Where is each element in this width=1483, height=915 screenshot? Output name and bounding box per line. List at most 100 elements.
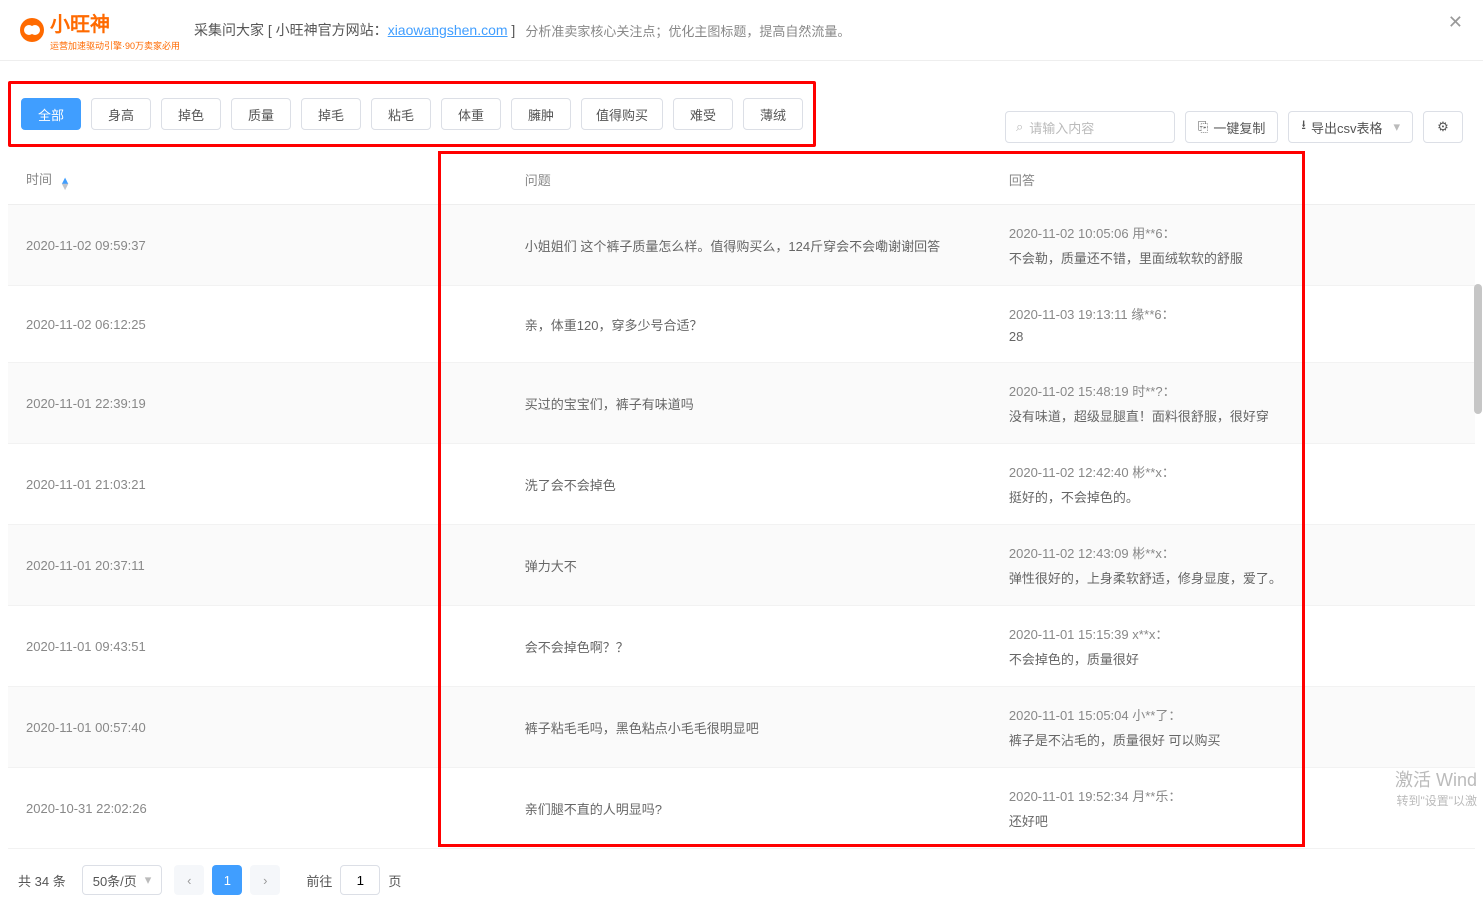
sort-icon[interactable]: ▲▼ xyxy=(60,178,71,190)
filter-tags-container: 全部身高掉色质量掉毛粘毛体重臃肿值得购买难受薄绒 xyxy=(8,81,816,147)
title-prefix: 采集问大家 [ 小旺神官方网站： xyxy=(194,22,388,38)
logo-subtitle: 运营加速驱动引擎·90万卖家必用 xyxy=(50,39,180,52)
pager-buttons: ‹ 1 › xyxy=(174,865,280,895)
table-row: 2020-10-31 22:02:26亲们腿不直的人明显吗? 2020-11-01… xyxy=(8,768,1475,849)
settings-button[interactable]: ⚙ xyxy=(1423,111,1463,143)
export-button-label: 导出csv表格 xyxy=(1311,118,1383,137)
cell-question: 亲们腿不直的人明显吗? xyxy=(507,768,991,849)
copy-button[interactable]: ⎘ 一键复制 xyxy=(1185,111,1278,143)
filter-tag-8[interactable]: 值得购买 xyxy=(581,98,663,130)
filter-tag-0[interactable]: 全部 xyxy=(21,98,81,130)
chevron-down-icon: ▾ xyxy=(1393,119,1400,135)
official-site-link[interactable]: xiaowangshen.com xyxy=(388,22,508,38)
gear-icon: ⚙ xyxy=(1437,119,1449,135)
cell-question: 会不会掉色啊？？ xyxy=(507,606,991,687)
answer-text: 弹性很好的，上身柔软舒适，修身显度，爱了。 xyxy=(1009,568,1457,587)
cell-question: 小姐姐们 这个裤子质量怎么样。值得购买么，124斤穿会不会嘞谢谢回答 xyxy=(507,205,991,286)
cell-time: 2020-11-02 06:12:25 xyxy=(8,286,507,363)
search-input[interactable]: ⌕ 请输入内容 xyxy=(1005,111,1175,143)
cell-time: 2020-11-02 09:59:37 xyxy=(8,205,507,286)
table-row: 2020-11-01 22:39:19买过的宝宝们，裤子有味道吗2020-11-… xyxy=(8,363,1475,444)
logo: 小旺神 运营加速驱动引擎·90万卖家必用 xyxy=(20,8,180,52)
answer-text: 不会掉色的，质量很好 xyxy=(1009,649,1457,668)
watermark-line2: 转到"设置"以激 xyxy=(1395,792,1477,809)
column-header-time-label: 时间 xyxy=(26,172,52,187)
cell-answer: 2020-11-03 19:13:11 缘**6： 28 xyxy=(991,286,1475,363)
cell-time: 2020-10-31 22:02:26 xyxy=(8,768,507,849)
filter-tag-3[interactable]: 质量 xyxy=(231,98,291,130)
search-placeholder: 请输入内容 xyxy=(1029,118,1094,137)
table-row: 2020-11-01 09:43:51会不会掉色啊？？2020-11-01 15… xyxy=(8,606,1475,687)
filter-tag-6[interactable]: 体重 xyxy=(441,98,501,130)
next-page-button[interactable]: › xyxy=(250,865,280,895)
answer-meta: 2020-11-02 12:43:09 彬**x： xyxy=(1009,543,1457,562)
page-title: 采集问大家 [ 小旺神官方网站：xiaowangshen.com ] xyxy=(194,20,515,40)
filter-tag-9[interactable]: 难受 xyxy=(673,98,733,130)
filter-tag-2[interactable]: 掉色 xyxy=(161,98,221,130)
filter-tag-4[interactable]: 掉毛 xyxy=(301,98,361,130)
answer-meta: 2020-11-02 12:42:40 彬**x： xyxy=(1009,462,1457,481)
logo-text: 小旺神 xyxy=(50,8,180,37)
cell-time: 2020-11-01 09:43:51 xyxy=(8,606,507,687)
header: 小旺神 运营加速驱动引擎·90万卖家必用 采集问大家 [ 小旺神官方网站：xia… xyxy=(0,0,1483,61)
cell-answer: 2020-11-01 15:15:39 x**x： 不会掉色的，质量很好 xyxy=(991,606,1475,687)
table-row: 2020-11-01 20:37:11弹力大不2020-11-02 12:43:… xyxy=(8,525,1475,606)
page-size-label: 50条/页 xyxy=(93,871,137,890)
cell-answer: 2020-11-02 10:05:06 用**6： 不会勒，质量还不错，里面绒软软… xyxy=(991,205,1475,286)
logo-text-column: 小旺神 运营加速驱动引擎·90万卖家必用 xyxy=(50,8,180,52)
answer-text: 还好吧 xyxy=(1009,811,1457,830)
watermark-line1: 激活 Wind xyxy=(1395,766,1477,792)
answer-meta: 2020-11-01 15:05:04 小**了： xyxy=(1009,705,1457,724)
table-row: 2020-11-01 00:57:40裤子粘毛毛吗，黑色粘点小毛毛很明显吧 202… xyxy=(8,687,1475,768)
search-icon: ⌕ xyxy=(1016,119,1023,135)
cell-question: 买过的宝宝们，裤子有味道吗 xyxy=(507,363,991,444)
title-suffix: ] xyxy=(508,22,516,38)
filter-tag-10[interactable]: 薄绒 xyxy=(743,98,803,130)
answer-meta: 2020-11-01 15:15:39 x**x： xyxy=(1009,624,1457,643)
answer-text: 不会勒，质量还不错，里面绒软软的舒服 xyxy=(1009,248,1457,267)
goto-prefix: 前往 xyxy=(306,871,332,890)
table-row: 2020-11-01 21:03:21洗了会不会掉色2020-11-02 12:… xyxy=(8,444,1475,525)
prev-page-button[interactable]: ‹ xyxy=(174,865,204,895)
table-row: 2020-11-02 09:59:37小姐姐们 这个裤子质量怎么样。值得购买么，… xyxy=(8,205,1475,286)
answer-meta: 2020-11-02 10:05:06 用**6： xyxy=(1009,223,1457,242)
cell-question: 裤子粘毛毛吗，黑色粘点小毛毛很明显吧 xyxy=(507,687,991,768)
page-1-button[interactable]: 1 xyxy=(212,865,242,895)
cell-question: 弹力大不 xyxy=(507,525,991,606)
export-csv-button[interactable]: ⭳ 导出csv表格 ▾ xyxy=(1288,111,1413,143)
chevron-down-icon: ▾ xyxy=(145,872,152,888)
scrollbar-thumb[interactable] xyxy=(1474,284,1482,414)
filter-tag-1[interactable]: 身高 xyxy=(91,98,151,130)
cell-answer: 2020-11-02 12:43:09 彬**x： 弹性很好的，上身柔软舒适，修身… xyxy=(991,525,1475,606)
qa-table: 时间 ▲▼ 问题 回答 2020-11-02 09:59:37小姐姐们 这个裤子… xyxy=(8,155,1475,849)
goto-page-input[interactable] xyxy=(340,865,380,895)
windows-activation-watermark: 激活 Wind 转到"设置"以激 xyxy=(1395,766,1477,809)
pagination: 共 34 条 50条/页 ▾ ‹ 1 › 前往 页 xyxy=(0,865,1483,915)
cell-answer: 2020-11-02 15:48:19 时**?：没有味道，超级显腿直！面料很舒… xyxy=(991,363,1475,444)
download-icon: ⭳ xyxy=(1301,116,1306,138)
copy-button-label: 一键复制 xyxy=(1213,118,1265,137)
column-header-answer[interactable]: 回答 xyxy=(991,155,1475,205)
cell-question: 亲，体重120，穿多少号合适？ xyxy=(507,286,991,363)
cell-time: 2020-11-01 21:03:21 xyxy=(8,444,507,525)
answer-meta: 2020-11-03 19:13:11 缘**6： xyxy=(1009,304,1457,323)
copy-icon: ⎘ xyxy=(1198,119,1208,135)
cell-time: 2020-11-01 20:37:11 xyxy=(8,525,507,606)
answer-meta: 2020-11-01 19:52:34 月**乐： xyxy=(1009,786,1457,805)
answer-text: 挺好的，不会掉色的。 xyxy=(1009,487,1457,506)
close-icon[interactable]: ✕ xyxy=(1448,12,1463,33)
answer-meta: 2020-11-02 15:48:19 时**?： xyxy=(1009,381,1457,400)
total-count: 共 34 条 xyxy=(18,871,66,890)
column-header-time[interactable]: 时间 ▲▼ xyxy=(8,155,507,205)
cell-question: 洗了会不会掉色 xyxy=(507,444,991,525)
table-row: 2020-11-02 06:12:25亲，体重120，穿多少号合适？2020-1… xyxy=(8,286,1475,363)
cell-time: 2020-11-01 22:39:19 xyxy=(8,363,507,444)
cell-answer: 2020-11-02 12:42:40 彬**x： 挺好的，不会掉色的。 xyxy=(991,444,1475,525)
cell-time: 2020-11-01 00:57:40 xyxy=(8,687,507,768)
answer-text: 裤子是不沾毛的，质量很好 可以购买 xyxy=(1009,730,1457,749)
answer-text: 28 xyxy=(1009,329,1457,344)
filter-tag-7[interactable]: 臃肿 xyxy=(511,98,571,130)
page-size-select[interactable]: 50条/页 ▾ xyxy=(82,865,163,895)
filter-tag-5[interactable]: 粘毛 xyxy=(371,98,431,130)
column-header-question[interactable]: 问题 xyxy=(507,155,991,205)
